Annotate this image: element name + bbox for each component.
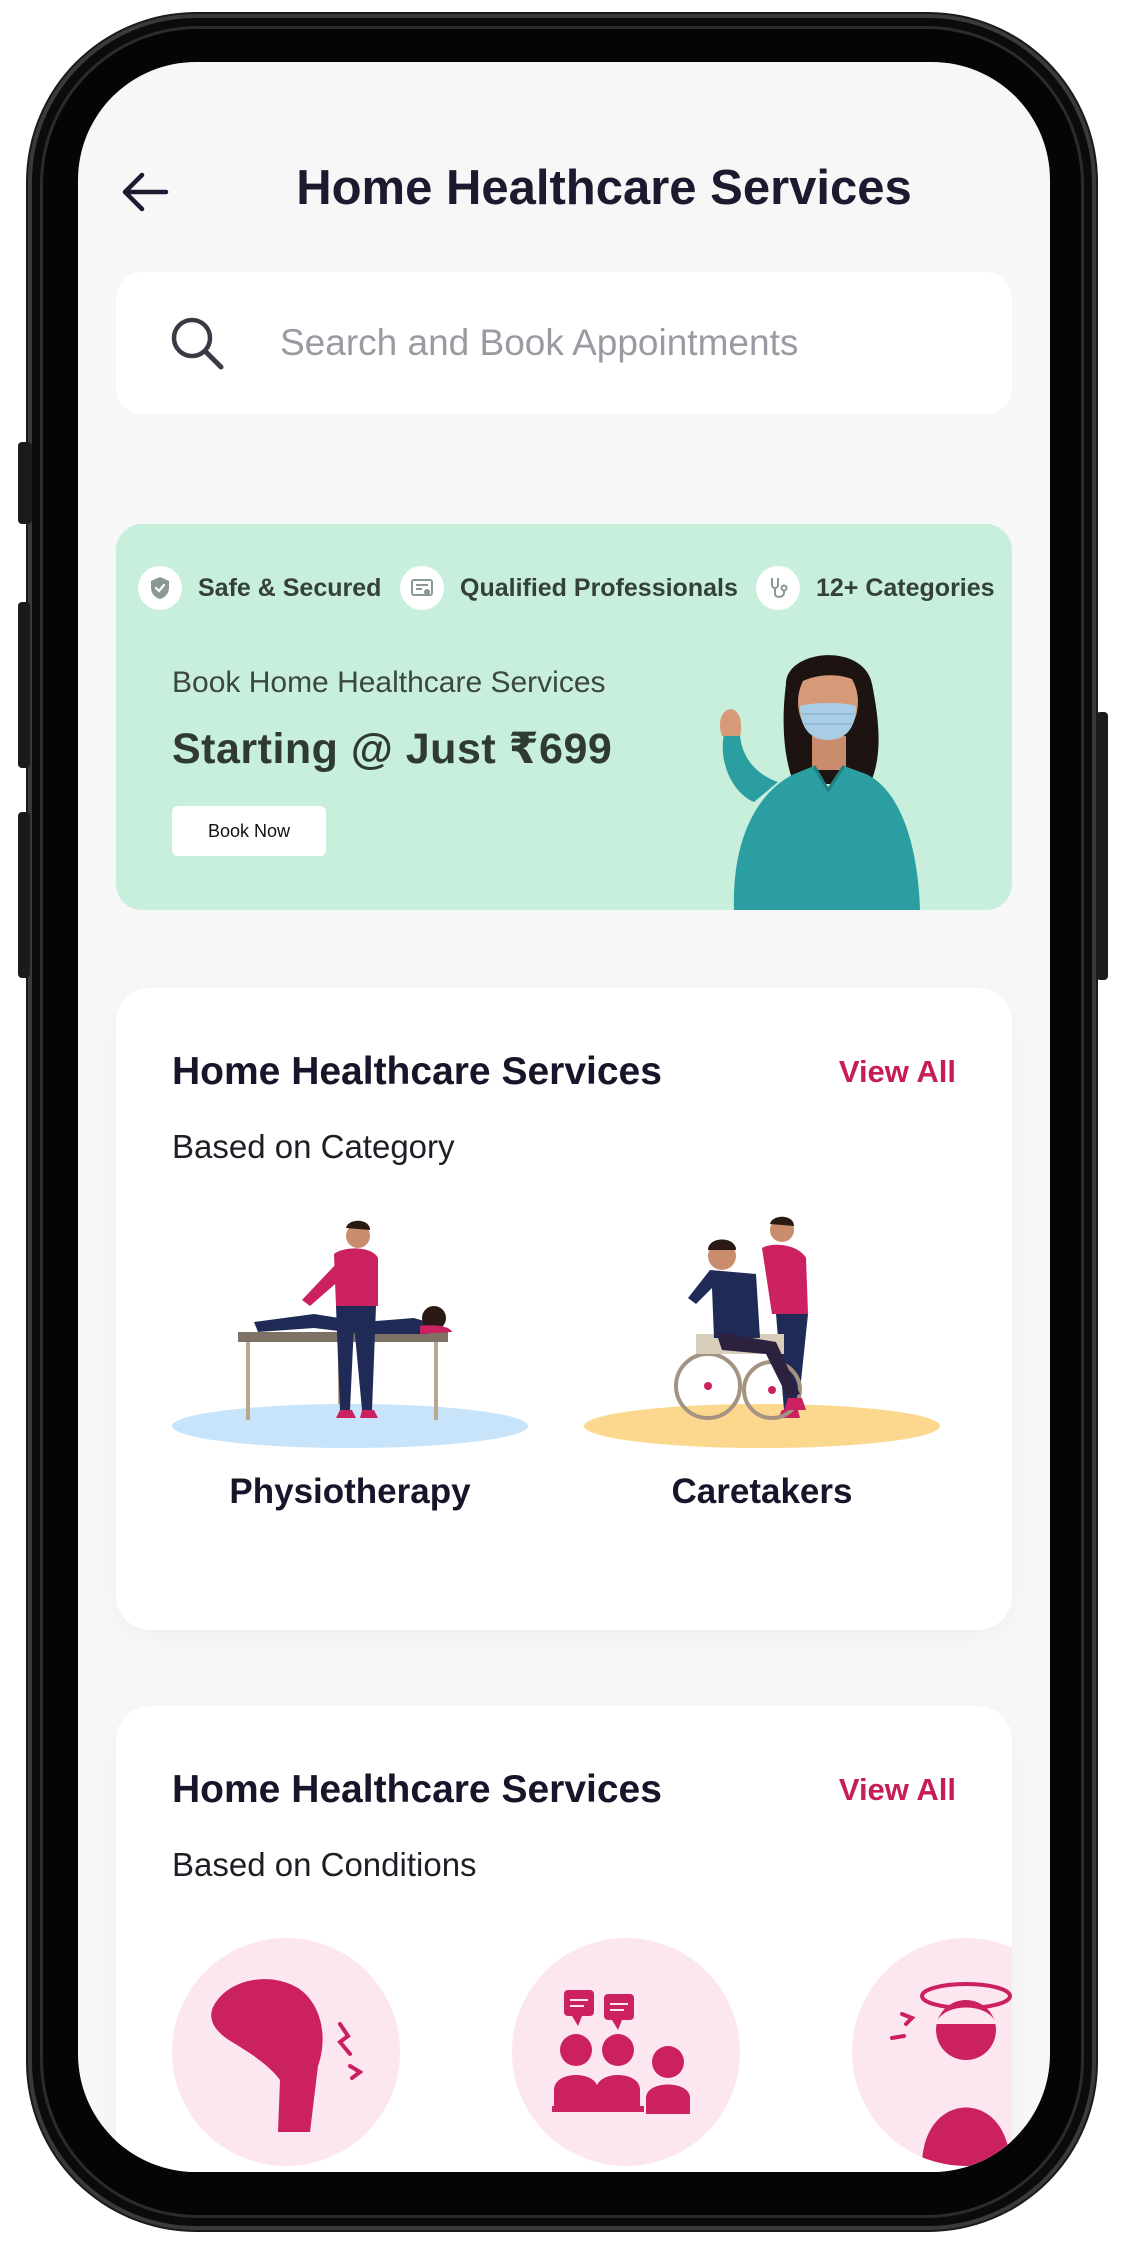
page-title: Home Healthcare Services [296, 161, 912, 215]
feature-qualified-professionals: Qualified Professionals [400, 566, 738, 610]
search-bar[interactable] [116, 272, 1012, 414]
banner-subtitle: Book Home Healthcare Services [172, 666, 606, 699]
section-title: Home Healthcare Services [172, 1768, 662, 1811]
top-bar: Home Healthcare Services [78, 150, 1050, 236]
category-caretakers[interactable]: Caretakers [576, 1214, 948, 1534]
search-icon [171, 317, 224, 370]
caretaker-illustration [584, 1216, 940, 1448]
category-physiotherapy[interactable]: Physiotherapy [164, 1214, 536, 1534]
physiotherapy-illustration [172, 1220, 528, 1448]
volume-up-button [18, 602, 30, 768]
app-screen: Home Healthcare Services Safe & Secured [78, 62, 1050, 2172]
banner-price: Starting @ Just ₹699 [172, 725, 613, 773]
promo-banner: Safe & Secured Qualified Professionals 1… [116, 524, 1012, 910]
feature-safe-secured: Safe & Secured [138, 566, 381, 610]
nurse-photo [719, 655, 920, 910]
condition-item[interactable] [172, 1938, 400, 2166]
feature-label: Safe & Secured [198, 573, 382, 602]
category-label: Caretakers [671, 1472, 853, 1511]
power-button [1096, 712, 1108, 980]
section-subtitle: Based on Category [172, 1128, 455, 1165]
feature-label: 12+ Categories [816, 573, 995, 602]
category-section: Home Healthcare Services View All Based … [116, 988, 1012, 1630]
search-input[interactable] [280, 308, 960, 378]
mute-switch [18, 442, 32, 524]
condition-item[interactable] [512, 1938, 740, 2166]
conditions-section: Home Healthcare Services View All Based … [116, 1706, 1012, 2172]
stethoscope-icon [756, 566, 800, 610]
book-now-button[interactable]: Book Now [172, 806, 326, 856]
headache-icon [890, 1982, 1012, 2166]
section-subtitle: Based on Conditions [172, 1846, 477, 1883]
condition-item[interactable] [852, 1938, 1012, 2166]
view-all-link[interactable]: View All [839, 1772, 956, 1808]
volume-down-button [18, 812, 30, 978]
feature-categories: 12+ Categories [756, 566, 995, 610]
feature-label: Qualified Professionals [460, 573, 738, 602]
group-discussion-icon [552, 1990, 690, 2114]
knee-pain-icon [211, 1979, 364, 2132]
shield-check-icon [138, 566, 182, 610]
certificate-icon [400, 566, 444, 610]
category-label: Physiotherapy [229, 1472, 471, 1511]
view-all-link[interactable]: View All [839, 1054, 956, 1090]
section-title: Home Healthcare Services [172, 1050, 662, 1093]
